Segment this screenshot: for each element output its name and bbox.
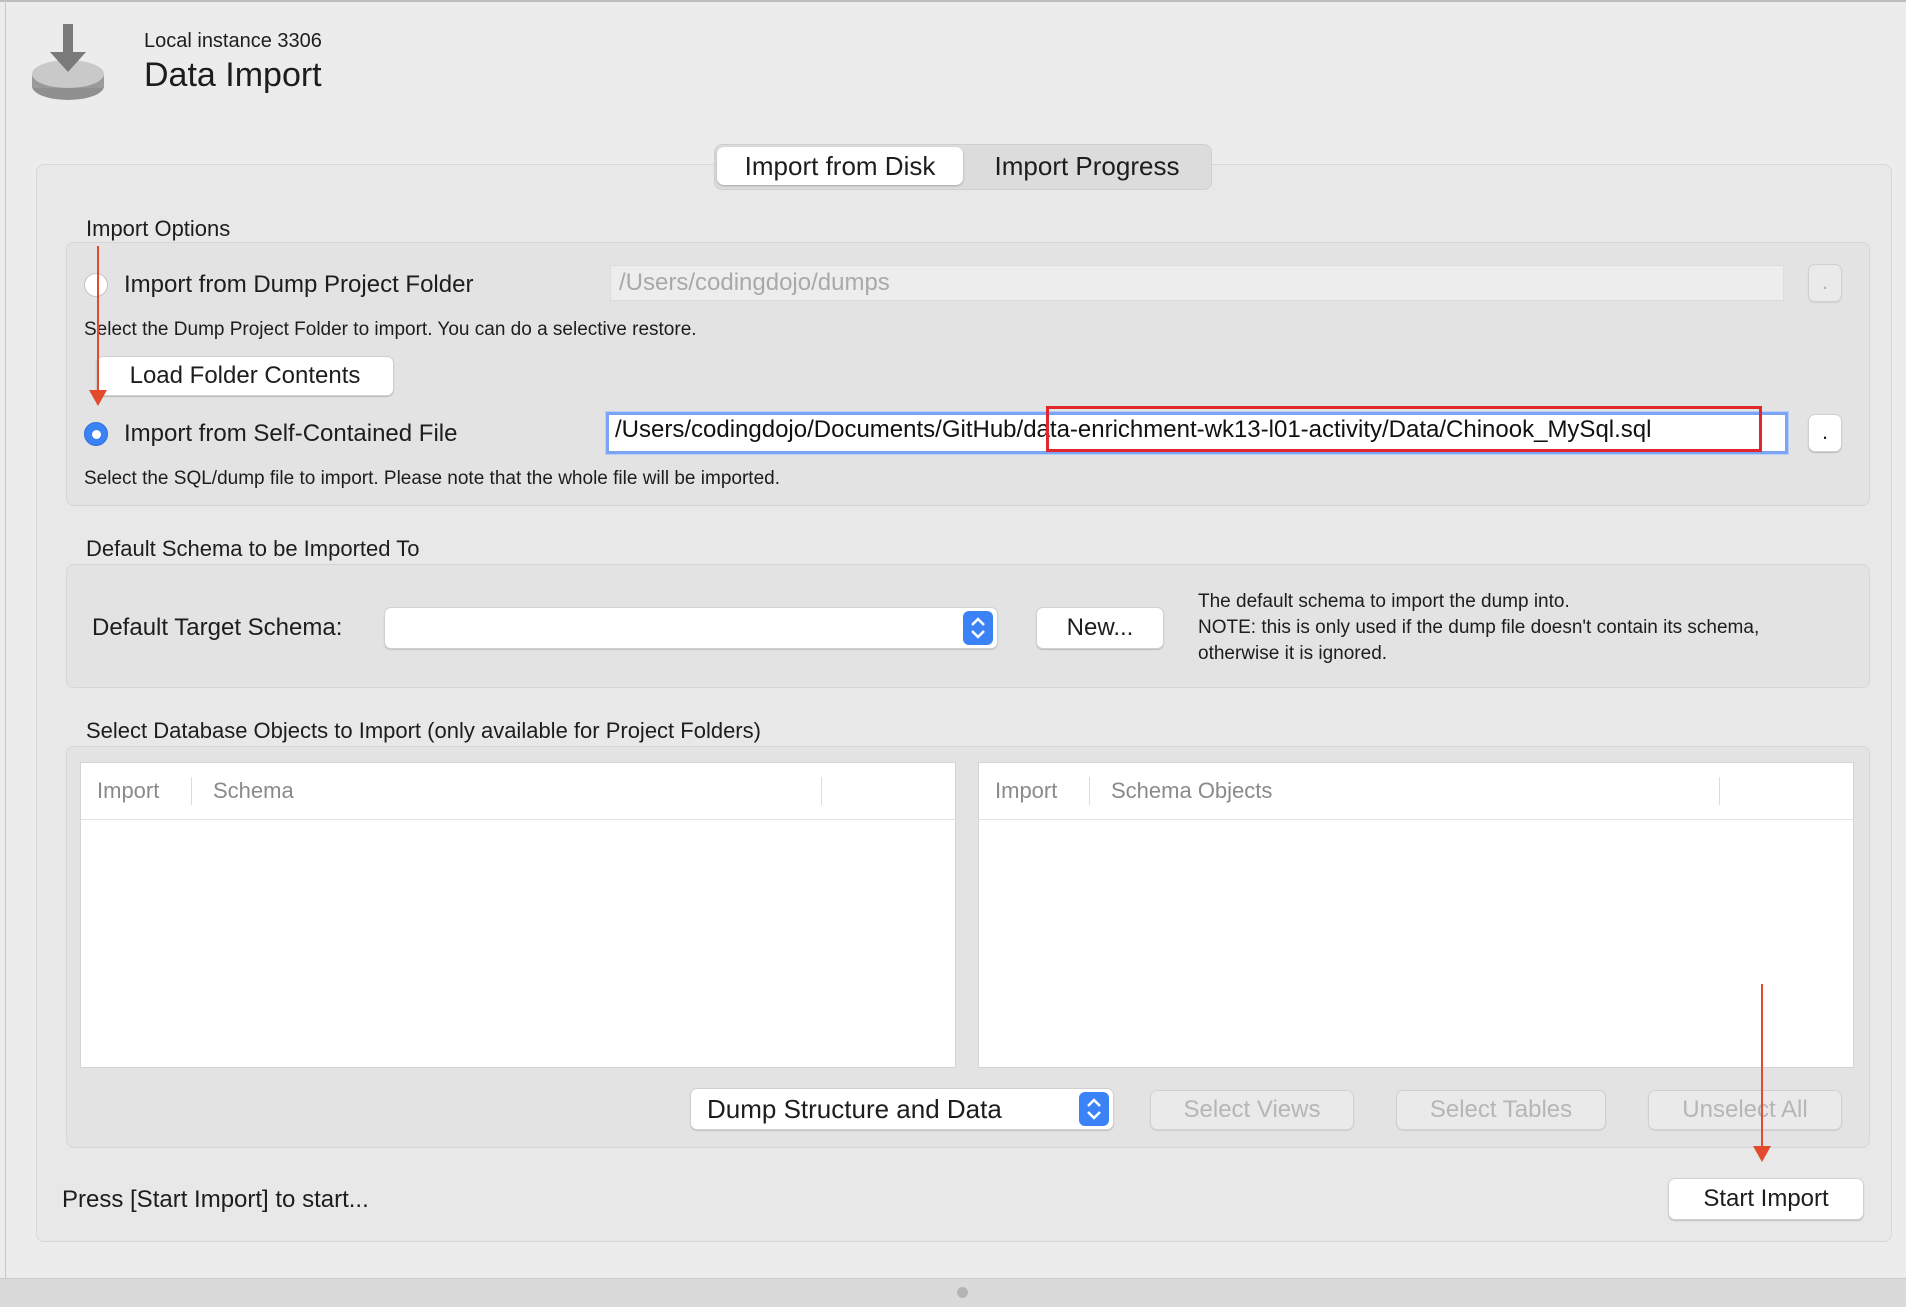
dump-folder-path-field[interactable]: /Users/codingdojo/dumps (610, 265, 1784, 301)
self-contained-browse-button[interactable]: . (1808, 414, 1842, 452)
annotation-arrow-left-head (89, 390, 107, 406)
select-stepper-icon (1079, 1092, 1109, 1126)
path-highlight-annotation (1046, 406, 1762, 452)
column-separator (1719, 777, 1720, 805)
splitter-handle[interactable] (957, 1287, 968, 1298)
default-schema-note-2: NOTE: this is only used if the dump file… (1198, 617, 1760, 638)
header-divider (979, 819, 1853, 820)
db-objects-section-label: Select Database Objects to Import (only … (86, 718, 761, 743)
schema-objects-table[interactable]: Import Schema Objects (978, 762, 1854, 1068)
dump-mode-value: Dump Structure and Data (707, 1094, 1002, 1124)
instance-label: Local instance 3306 (144, 30, 322, 52)
dump-folder-label[interactable]: Import from Dump Project Folder (124, 271, 473, 299)
column-separator (191, 777, 192, 805)
default-schema-note-3: otherwise it is ignored. (1198, 643, 1388, 664)
new-schema-button[interactable]: New... (1036, 607, 1164, 649)
dump-folder-browse-button[interactable]: . (1808, 264, 1842, 302)
default-schema-section-label: Default Schema to be Imported To (86, 536, 420, 561)
schema-table-schema-header[interactable]: Schema (213, 763, 294, 819)
dump-mode-select[interactable]: Dump Structure and Data (690, 1088, 1114, 1130)
tab-import-from-disk[interactable]: Import from Disk (717, 147, 963, 185)
column-separator (1089, 777, 1090, 805)
tab-bar: Import from Disk Import Progress (714, 144, 1212, 190)
import-status-text: Press [Start Import] to start... (62, 1186, 369, 1213)
annotation-arrow-left-line (97, 246, 99, 390)
annotation-arrow-right-line (1761, 984, 1763, 1146)
default-schema-note-1: The default schema to import the dump in… (1198, 591, 1570, 612)
select-views-button[interactable]: Select Views (1150, 1090, 1354, 1130)
default-target-schema-select[interactable] (384, 607, 998, 649)
header-divider (81, 819, 955, 820)
dump-folder-help: Select the Dump Project Folder to import… (84, 319, 697, 340)
page-title: Data Import (144, 56, 322, 94)
start-import-button[interactable]: Start Import (1668, 1178, 1864, 1220)
schema-table-import-header[interactable]: Import (97, 763, 159, 819)
self-contained-label[interactable]: Import from Self-Contained File (124, 420, 457, 448)
select-stepper-icon (963, 611, 993, 645)
objects-table-schema-objects-header[interactable]: Schema Objects (1111, 763, 1272, 819)
annotation-arrow-right-head (1753, 1146, 1771, 1162)
objects-table-import-header[interactable]: Import (995, 763, 1057, 819)
self-contained-radio[interactable] (84, 422, 108, 446)
tab-import-progress[interactable]: Import Progress (965, 147, 1209, 185)
path-prefix: /Users/codingdojo/Documents/GitHub (615, 416, 1017, 443)
load-folder-contents-button[interactable]: Load Folder Contents (96, 356, 394, 396)
import-options-label: Import Options (86, 216, 231, 241)
data-import-icon (30, 22, 106, 104)
dump-folder-radio[interactable] (84, 273, 108, 297)
unselect-all-button[interactable]: Unselect All (1648, 1090, 1842, 1130)
self-contained-help: Select the SQL/dump file to import. Plea… (84, 468, 780, 489)
default-target-schema-label: Default Target Schema: (92, 614, 343, 641)
select-tables-button[interactable]: Select Tables (1396, 1090, 1606, 1130)
schema-table[interactable]: Import Schema (80, 762, 956, 1068)
bottom-splitter[interactable] (0, 1278, 1906, 1307)
column-separator (821, 777, 822, 805)
